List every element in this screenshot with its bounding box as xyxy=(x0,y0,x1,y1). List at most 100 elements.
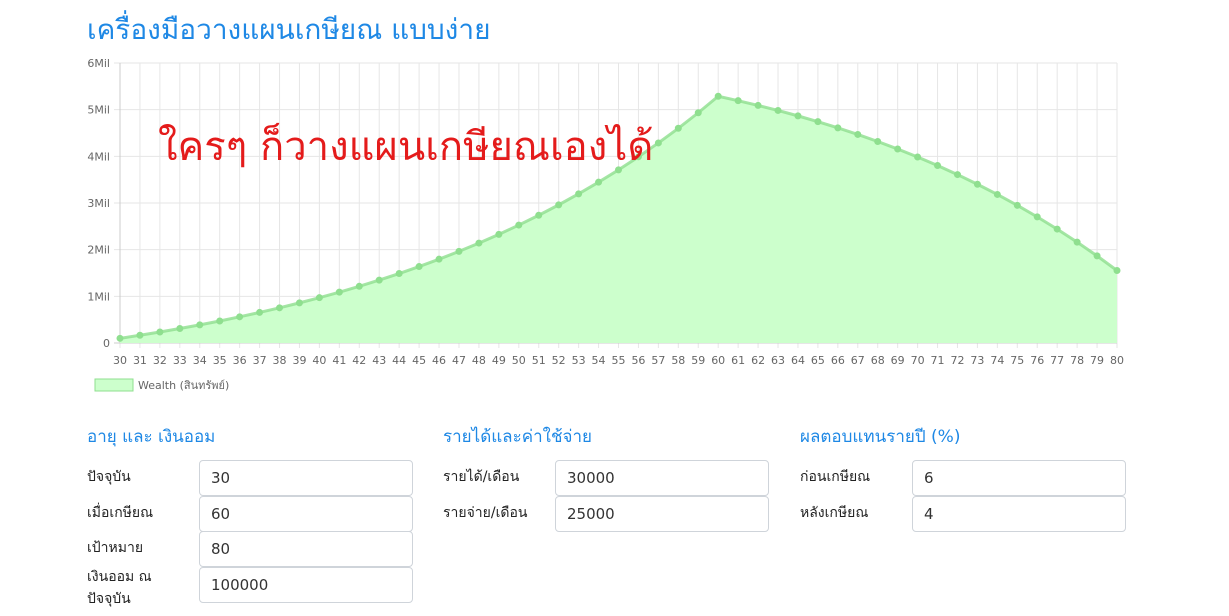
x-tick-label: 35 xyxy=(213,354,227,367)
x-tick-label: 53 xyxy=(572,354,586,367)
wealth-point xyxy=(535,211,543,219)
wealth-point xyxy=(415,263,423,271)
x-tick-label: 68 xyxy=(871,354,885,367)
wealth-chart-svg: 0 1Mil 2Mil 3Mil 4Mil 5Mil 6Mil 30 31 32 33 34 35 36 3… xyxy=(87,57,1124,392)
x-tick-label: 39 xyxy=(292,354,306,367)
label-retire-age: เมื่อเกษียณ xyxy=(87,505,154,521)
wealth-point xyxy=(236,313,244,321)
return-before-retire-input[interactable] xyxy=(912,460,1126,496)
wealth-point xyxy=(973,180,981,188)
legend-label: Wealth (สินทรัพย์) xyxy=(138,379,229,392)
x-tick-label: 75 xyxy=(1010,354,1024,367)
wealth-chart: 0 1Mil 2Mil 3Mil 4Mil 5Mil 6Mil 30 31 32 33 34 35 36 3… xyxy=(0,0,1229,400)
wealth-point xyxy=(794,112,802,120)
wealth-point xyxy=(176,325,184,333)
wealth-point xyxy=(814,118,822,126)
current-age-input[interactable] xyxy=(199,460,413,496)
x-tick-label: 33 xyxy=(173,354,187,367)
wealth-point xyxy=(116,334,124,342)
current-savings-input[interactable] xyxy=(199,567,413,603)
x-tick-label: 63 xyxy=(771,354,785,367)
x-tick-label: 47 xyxy=(452,354,466,367)
x-tick-label: 37 xyxy=(253,354,267,367)
section-title-annual-return: ผลตอบแทนรายปี (%) xyxy=(800,427,961,447)
x-tick-label: 67 xyxy=(851,354,865,367)
wealth-point xyxy=(295,299,303,307)
wealth-point xyxy=(734,97,742,105)
x-tick-label: 64 xyxy=(791,354,805,367)
wealth-point xyxy=(854,130,862,138)
wealth-point xyxy=(1053,225,1061,233)
x-tick-label: 78 xyxy=(1070,354,1084,367)
x-tick-label: 59 xyxy=(691,354,705,367)
x-tick-label: 36 xyxy=(233,354,247,367)
wealth-point xyxy=(276,304,284,312)
wealth-point xyxy=(674,124,682,132)
x-tick-label: 56 xyxy=(631,354,645,367)
x-tick-label: 74 xyxy=(990,354,1004,367)
label-return-before-retire: ก่อนเกษียณ xyxy=(800,469,871,485)
wealth-point xyxy=(595,178,603,186)
y-tick-label: 0 xyxy=(103,337,110,350)
x-tick-label: 73 xyxy=(970,354,984,367)
wealth-point xyxy=(196,321,204,329)
wealth-point xyxy=(315,294,323,302)
wealth-point xyxy=(1113,266,1121,274)
label-current-age: ปัจจุบัน xyxy=(87,469,131,485)
x-tick-label: 41 xyxy=(332,354,346,367)
x-tick-label: 43 xyxy=(372,354,386,367)
wealth-point xyxy=(993,190,1001,198)
x-tick-label: 61 xyxy=(731,354,745,367)
y-tick-label: 2Mil xyxy=(87,244,110,257)
x-tick-label: 70 xyxy=(911,354,925,367)
overlay-headline: ใครๆ ก็วางแผนเกษียณเองได้ xyxy=(158,124,654,170)
x-tick-label: 58 xyxy=(671,354,685,367)
x-tick-label: 34 xyxy=(193,354,207,367)
label-return-after-retire: หลังเกษียณ xyxy=(800,505,869,521)
wealth-point xyxy=(714,92,722,100)
x-tick-label: 45 xyxy=(412,354,426,367)
wealth-point xyxy=(754,101,762,109)
wealth-point xyxy=(874,137,882,145)
wealth-point xyxy=(256,308,264,316)
x-tick-label: 52 xyxy=(552,354,566,367)
wealth-point xyxy=(335,288,343,296)
label-monthly-income: รายได้/เดือน xyxy=(443,469,520,485)
wealth-point xyxy=(375,276,383,284)
x-tick-label: 30 xyxy=(113,354,127,367)
monthly-expense-input[interactable] xyxy=(555,496,769,532)
wealth-point xyxy=(216,317,224,325)
x-tick-label: 42 xyxy=(352,354,366,367)
wealth-point xyxy=(914,153,922,161)
label-current-savings: เงินออม ณ ปัจจุบัน xyxy=(87,569,152,607)
label-monthly-expense: รายจ่าย/เดือน xyxy=(443,505,528,521)
y-tick-label: 1Mil xyxy=(87,290,110,303)
x-tick-label: 55 xyxy=(612,354,626,367)
wealth-point xyxy=(555,201,563,209)
x-tick-label: 60 xyxy=(711,354,725,367)
wealth-point xyxy=(515,221,523,229)
y-tick-label: 6Mil xyxy=(87,57,110,70)
x-tick-label: 77 xyxy=(1050,354,1064,367)
x-tick-label: 40 xyxy=(312,354,326,367)
wealth-point xyxy=(1033,213,1041,221)
x-tick-label: 72 xyxy=(950,354,964,367)
x-tick-label: 44 xyxy=(392,354,406,367)
wealth-point xyxy=(455,247,463,255)
x-tick-label: 48 xyxy=(472,354,486,367)
wealth-point xyxy=(495,230,503,238)
return-after-retire-input[interactable] xyxy=(912,496,1126,532)
wealth-point xyxy=(774,106,782,114)
retire-age-input[interactable] xyxy=(199,496,413,532)
target-age-input[interactable] xyxy=(199,531,413,567)
x-tick-label: 76 xyxy=(1030,354,1044,367)
x-tick-label: 54 xyxy=(592,354,606,367)
monthly-income-input[interactable] xyxy=(555,460,769,496)
wealth-point xyxy=(934,162,942,170)
y-tick-label: 5Mil xyxy=(87,104,110,117)
section-title-age-savings: อายุ และ เงินออม xyxy=(87,427,216,447)
x-tick-label: 31 xyxy=(133,354,147,367)
x-tick-label: 80 xyxy=(1110,354,1124,367)
x-tick-label: 32 xyxy=(153,354,167,367)
x-tick-label: 46 xyxy=(432,354,446,367)
